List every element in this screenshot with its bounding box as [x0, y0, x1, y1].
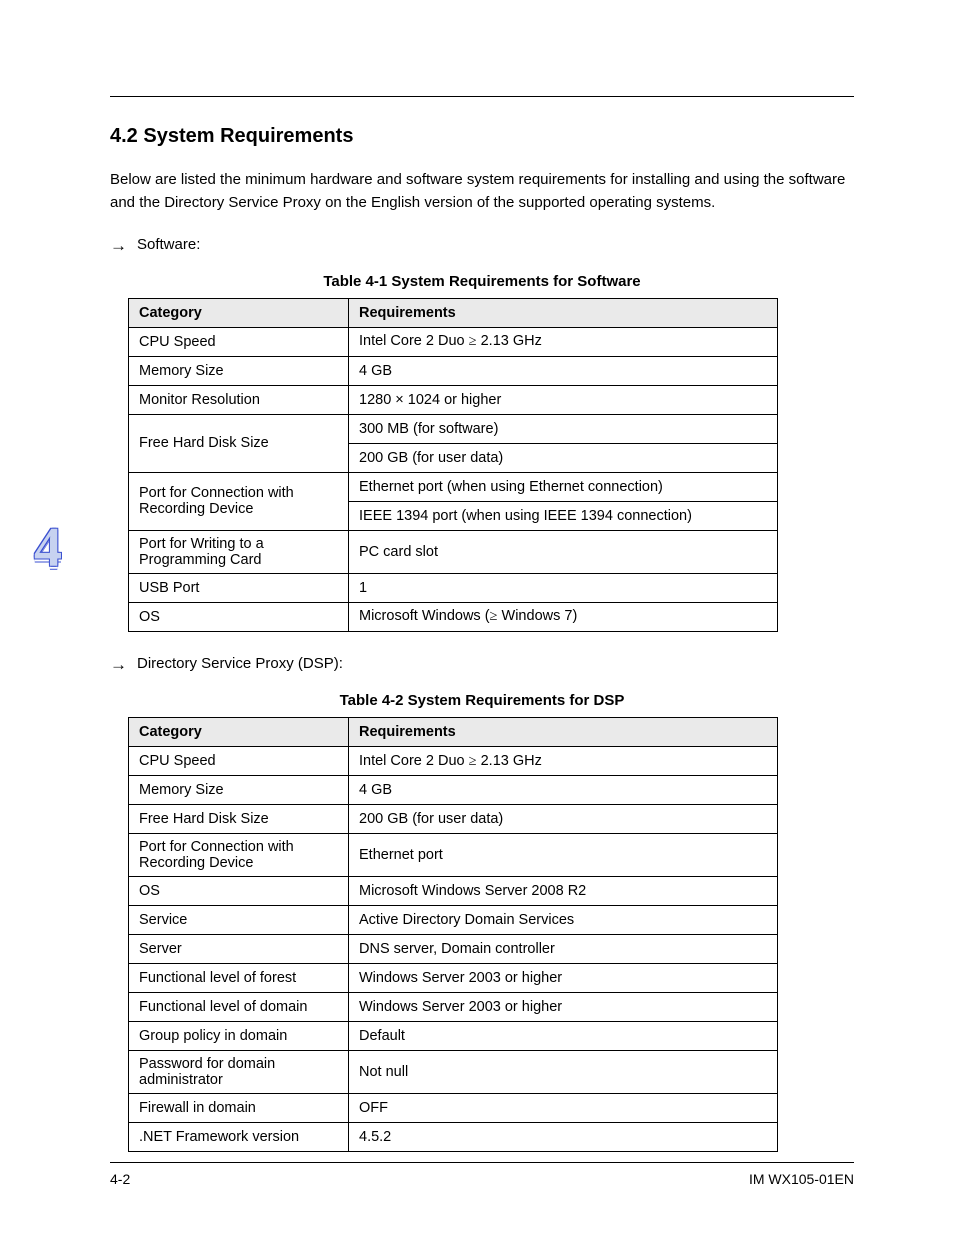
table-row: Firewall in domainOFF [129, 1094, 778, 1123]
cell: 200 GB (for user data) [349, 443, 778, 472]
arrow-icon: → [110, 233, 127, 259]
cell: Functional level of forest [129, 964, 349, 993]
header-rule [110, 96, 854, 97]
cell: Functional level of domain [129, 993, 349, 1022]
cell: Group policy in domain [129, 1022, 349, 1051]
cell: Windows Server 2003 or higher [349, 964, 778, 993]
table-row: Functional level of domainWindows Server… [129, 993, 778, 1022]
cell: 1 [349, 573, 778, 602]
cell: Microsoft Windows Server 2008 R2 [349, 877, 778, 906]
table2-h1: Category [129, 718, 349, 747]
table-row: Port for Writing to a Programming Card P… [129, 530, 778, 573]
cell: Server [129, 935, 349, 964]
bullet-software: → Software: [110, 233, 854, 259]
bullet-dsp-label: Directory Service Proxy (DSP): [137, 652, 343, 675]
table-row: OSMicrosoft Windows Server 2008 R2 [129, 877, 778, 906]
intro-paragraph: Below are listed the minimum hardware an… [110, 168, 854, 215]
cell: 300 MB (for software) [349, 414, 778, 443]
table-row: Group policy in domainDefault [129, 1022, 778, 1051]
table1-caption: Table 4-1 System Requirements for Softwa… [110, 273, 854, 290]
section-title: 4.2 System Requirements [110, 125, 854, 148]
table2-caption: Table 4-2 System Requirements for DSP [110, 692, 854, 709]
bullet-software-label: Software: [137, 233, 200, 256]
table-row: CPU Speed Intel Core 2 Duo ≥ 2.13 GHz [129, 747, 778, 776]
table-row: CPU Speed Intel Core 2 Duo ≥ 2.13 GHz [129, 327, 778, 356]
cell: 200 GB (for user data) [349, 805, 778, 834]
arrow-icon: → [110, 652, 127, 678]
cell: Memory Size [129, 356, 349, 385]
table-row: OS Microsoft Windows (≥ Windows 7) [129, 602, 778, 631]
cell: Memory Size [129, 776, 349, 805]
cell: Free Hard Disk Size [129, 805, 349, 834]
cell: Microsoft Windows (≥ Windows 7) [349, 602, 778, 631]
chapter-number-ornament: 4 [34, 520, 62, 576]
cell: Port for Connection with Recording Devic… [129, 834, 349, 877]
cell: Monitor Resolution [129, 385, 349, 414]
table-row: Free Hard Disk Size 300 MB (for software… [129, 414, 778, 443]
cell: PC card slot [349, 530, 778, 573]
cell: Firewall in domain [129, 1094, 349, 1123]
table-row: ServerDNS server, Domain controller [129, 935, 778, 964]
cell: Intel Core 2 Duo ≥ 2.13 GHz [349, 747, 778, 776]
bullet-dsp: → Directory Service Proxy (DSP): [110, 652, 854, 678]
cell: IEEE 1394 port (when using IEEE 1394 con… [349, 501, 778, 530]
cell: 4.5.2 [349, 1123, 778, 1152]
cell: Password for domain administrator [129, 1051, 349, 1094]
table-row: Password for domain administratorNot nul… [129, 1051, 778, 1094]
page-body: 4.2 System Requirements Below are listed… [0, 0, 954, 1192]
cell: 4 GB [349, 356, 778, 385]
cell: 4 GB [349, 776, 778, 805]
table-row: Free Hard Disk Size200 GB (for user data… [129, 805, 778, 834]
cell: .NET Framework version [129, 1123, 349, 1152]
cell: OFF [349, 1094, 778, 1123]
table-row: .NET Framework version4.5.2 [129, 1123, 778, 1152]
cell: CPU Speed [129, 747, 349, 776]
cell: Windows Server 2003 or higher [349, 993, 778, 1022]
table-row: Memory Size 4 GB [129, 356, 778, 385]
cell: OS [129, 602, 349, 631]
table-row: Monitor Resolution 1280 × 1024 or higher [129, 385, 778, 414]
table-dsp-requirements: Category Requirements CPU Speed Intel Co… [128, 717, 778, 1152]
page-footer: 4-2 IM WX105-01EN [110, 1162, 854, 1187]
table-row: USB Port 1 [129, 573, 778, 602]
cell: 1280 × 1024 or higher [349, 385, 778, 414]
table-row: Functional level of forestWindows Server… [129, 964, 778, 993]
cell: DNS server, Domain controller [349, 935, 778, 964]
cell: Active Directory Domain Services [349, 906, 778, 935]
cell: Default [349, 1022, 778, 1051]
cell: Not null [349, 1051, 778, 1094]
cell: Intel Core 2 Duo ≥ 2.13 GHz [349, 327, 778, 356]
table1-h1: Category [129, 298, 349, 327]
cell: Ethernet port [349, 834, 778, 877]
table-row: ServiceActive Directory Domain Services [129, 906, 778, 935]
table-row: Port for Connection with Recording Devic… [129, 472, 778, 501]
cell: CPU Speed [129, 327, 349, 356]
table-row: Port for Connection with Recording Devic… [129, 834, 778, 877]
cell: USB Port [129, 573, 349, 602]
cell: Free Hard Disk Size [129, 414, 349, 472]
footer-page-number: 4-2 [110, 1171, 130, 1187]
table2-h2: Requirements [349, 718, 778, 747]
cell: OS [129, 877, 349, 906]
cell: Port for Writing to a Programming Card [129, 530, 349, 573]
table1-h2: Requirements [349, 298, 778, 327]
footer-doc-id: IM WX105-01EN [749, 1171, 854, 1187]
cell: Service [129, 906, 349, 935]
table-software-requirements: Category Requirements CPU Speed Intel Co… [128, 298, 778, 632]
cell: Port for Connection with Recording Devic… [129, 472, 349, 530]
cell: Ethernet port (when using Ethernet conne… [349, 472, 778, 501]
table-row: Memory Size4 GB [129, 776, 778, 805]
